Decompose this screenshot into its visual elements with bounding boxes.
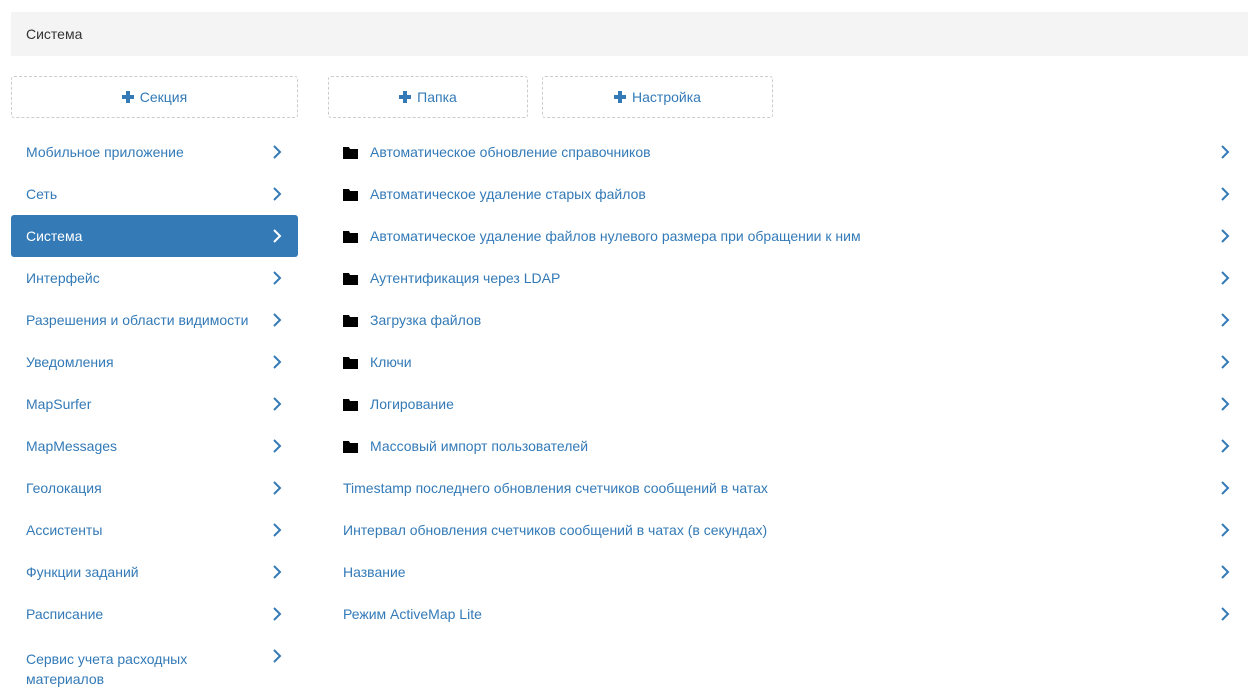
chevron-right-icon	[1221, 607, 1230, 621]
sidebar-item-label: Сеть	[26, 186, 58, 202]
setting-label: Режим ActiveMap Lite	[343, 606, 482, 622]
folder-row[interactable]: Автоматическое удаление файлов нулевого …	[328, 215, 1248, 257]
sidebar-item-label: Ассистенты	[26, 522, 103, 538]
add-folder-label: Папка	[417, 89, 457, 105]
sidebar-item-schedule[interactable]: Расписание	[11, 593, 298, 635]
setting-row[interactable]: Режим ActiveMap Lite	[328, 593, 1248, 635]
folder-row[interactable]: Автоматическое удаление старых файлов	[328, 173, 1248, 215]
setting-label: Timestamp последнего обновления счетчико…	[343, 480, 768, 496]
chevron-right-icon	[273, 481, 282, 495]
folder-label: Логирование	[370, 396, 454, 412]
chevron-right-icon	[273, 607, 282, 621]
folder-row[interactable]: Автоматическое обновление справочников	[328, 131, 1248, 173]
chevron-right-icon	[273, 313, 282, 327]
plus-icon	[614, 91, 627, 103]
folder-row[interactable]: Загрузка файлов	[328, 299, 1248, 341]
sidebar-item-mapsurfer[interactable]: MapSurfer	[11, 383, 298, 425]
sidebar-item-mapmessages[interactable]: MapMessages	[11, 425, 298, 467]
chevron-right-icon	[1221, 523, 1230, 537]
sidebar-item-geolocation[interactable]: Геолокация	[11, 467, 298, 509]
section-sidebar: Мобильное приложение Сеть Система Интерф…	[11, 131, 298, 700]
chevron-right-icon	[273, 397, 282, 411]
sidebar-item-permissions[interactable]: Разрешения и области видимости	[11, 299, 298, 341]
sidebar-item-label: Уведомления	[26, 354, 114, 370]
folder-icon	[343, 314, 358, 327]
sidebar-item-label: MapSurfer	[26, 396, 92, 412]
sidebar-item-label: Расписание	[26, 606, 104, 622]
chevron-right-icon	[273, 439, 282, 453]
folder-icon	[343, 230, 358, 243]
chevron-right-icon	[1221, 229, 1230, 243]
setting-label: Интервал обновления счетчиков сообщений …	[343, 522, 768, 538]
chevron-right-icon	[1221, 271, 1230, 285]
folder-label: Массовый импорт пользователей	[370, 438, 589, 454]
chevron-right-icon	[1221, 397, 1230, 411]
sidebar-item-consumables-service[interactable]: Сервис учета расходных материалов	[11, 635, 298, 700]
chevron-right-icon	[273, 523, 282, 537]
add-setting-button[interactable]: Настройка	[542, 76, 773, 118]
setting-row[interactable]: Название	[328, 551, 1248, 593]
chevron-right-icon	[273, 565, 282, 579]
page-title: Система	[26, 26, 83, 42]
settings-page: Система Секция Папка Настройка Мобильное…	[0, 0, 1259, 700]
chevron-right-icon	[273, 355, 282, 369]
sidebar-item-system[interactable]: Система	[11, 215, 298, 257]
chevron-right-icon	[1221, 145, 1230, 159]
add-section-button[interactable]: Секция	[11, 76, 298, 118]
folder-icon	[343, 356, 358, 369]
plus-icon	[121, 91, 134, 103]
chevron-right-icon	[1221, 355, 1230, 369]
page-title-bar: Система	[11, 12, 1248, 56]
folder-icon	[343, 188, 358, 201]
folder-icon	[343, 272, 358, 285]
folder-label: Аутентификация через LDAP	[370, 270, 561, 286]
sidebar-item-task-functions[interactable]: Функции заданий	[11, 551, 298, 593]
add-setting-label: Настройка	[632, 89, 701, 105]
sidebar-item-label: MapMessages	[26, 438, 118, 454]
sidebar-item-label: Система	[26, 228, 83, 244]
folder-icon	[343, 440, 358, 453]
folder-row[interactable]: Аутентификация через LDAP	[328, 257, 1248, 299]
chevron-right-icon	[1221, 187, 1230, 201]
sidebar-item-label: Функции заданий	[26, 564, 139, 580]
folder-label: Ключи	[370, 354, 412, 370]
add-folder-button[interactable]: Папка	[328, 76, 528, 118]
sidebar-item-assistants[interactable]: Ассистенты	[11, 509, 298, 551]
setting-label: Название	[343, 564, 406, 580]
chevron-right-icon	[1221, 439, 1230, 453]
sidebar-item-label: Геолокация	[26, 480, 102, 496]
folder-row[interactable]: Логирование	[328, 383, 1248, 425]
folder-row[interactable]: Ключи	[328, 341, 1248, 383]
chevron-right-icon	[273, 649, 282, 663]
setting-row[interactable]: Интервал обновления счетчиков сообщений …	[328, 509, 1248, 551]
folder-icon	[343, 398, 358, 411]
sidebar-item-label: Разрешения и области видимости	[26, 312, 249, 328]
sidebar-item-label: Мобильное приложение	[26, 144, 184, 160]
sidebar-item-network[interactable]: Сеть	[11, 173, 298, 215]
section-content-list: Автоматическое обновление справочников А…	[328, 131, 1248, 635]
plus-icon	[399, 91, 412, 103]
add-section-label: Секция	[139, 89, 188, 105]
chevron-right-icon	[273, 187, 282, 201]
chevron-right-icon	[1221, 565, 1230, 579]
sidebar-item-label: Интерфейс	[26, 270, 100, 286]
setting-row[interactable]: Timestamp последнего обновления счетчико…	[328, 467, 1248, 509]
sidebar-item-label: Сервис учета расходных материалов	[26, 651, 188, 687]
chevron-right-icon	[273, 271, 282, 285]
sidebar-item-mobile-app[interactable]: Мобильное приложение	[11, 131, 298, 173]
chevron-right-icon	[273, 145, 282, 159]
chevron-right-icon	[273, 229, 282, 243]
folder-label: Автоматическое удаление старых файлов	[370, 186, 646, 202]
chevron-right-icon	[1221, 313, 1230, 327]
folder-label: Автоматическое обновление справочников	[370, 144, 651, 160]
folder-icon	[343, 146, 358, 159]
folder-row[interactable]: Массовый импорт пользователей	[328, 425, 1248, 467]
folder-label: Автоматическое удаление файлов нулевого …	[370, 228, 861, 244]
sidebar-item-interface[interactable]: Интерфейс	[11, 257, 298, 299]
chevron-right-icon	[1221, 481, 1230, 495]
sidebar-item-notifications[interactable]: Уведомления	[11, 341, 298, 383]
folder-label: Загрузка файлов	[370, 312, 482, 328]
